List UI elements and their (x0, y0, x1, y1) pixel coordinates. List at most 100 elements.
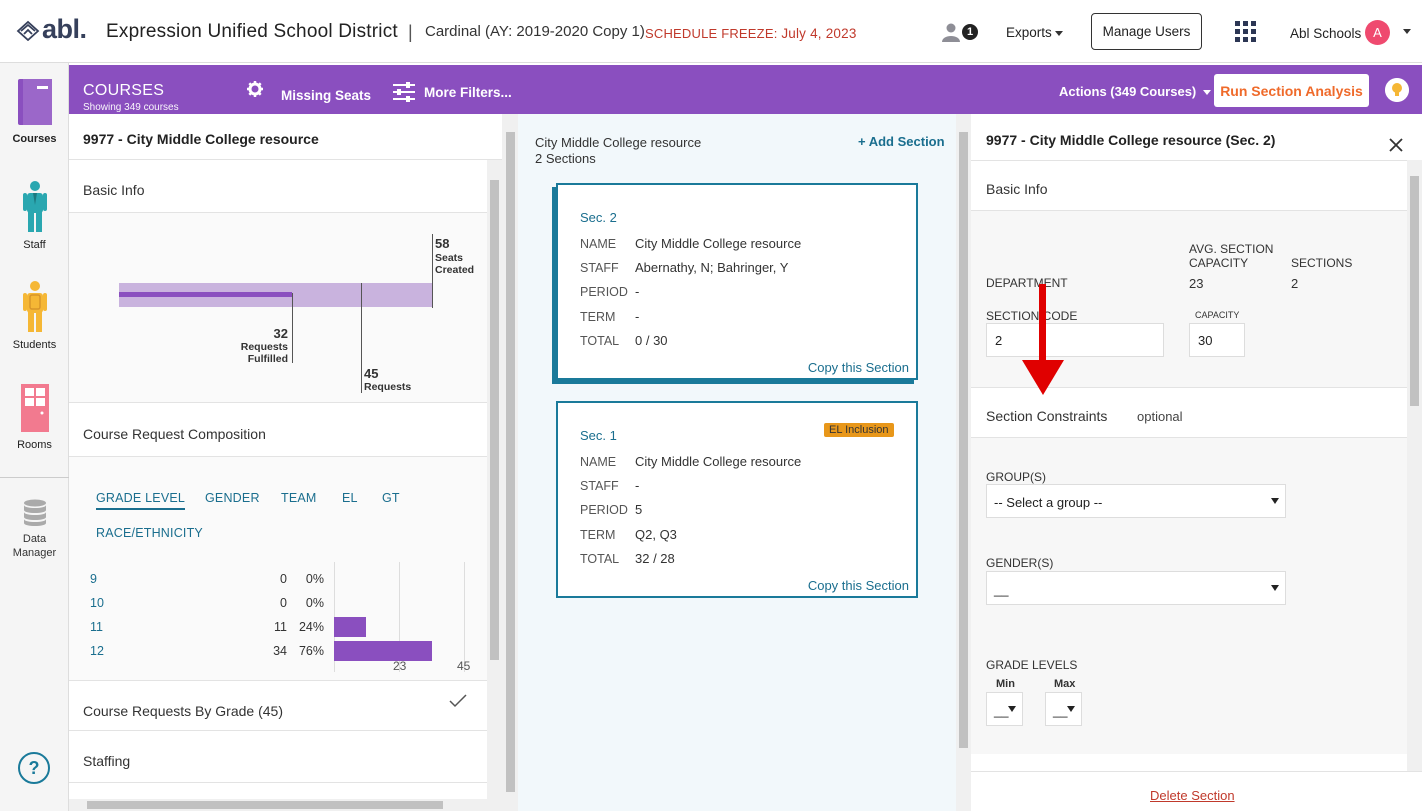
section-id: Sec. 2 (580, 210, 617, 225)
nav-staff[interactable]: Staff (0, 181, 69, 251)
el-inclusion-badge: EL Inclusion (824, 423, 894, 437)
logo-text: abl. (42, 14, 87, 44)
grade-label[interactable]: 11 (90, 620, 103, 634)
grade-levels-label: GRADE LEVELS (986, 658, 1078, 672)
org-name[interactable]: Abl Schools (1290, 26, 1361, 41)
section-code-input[interactable] (986, 323, 1164, 357)
lightbulb-icon[interactable] (1385, 78, 1409, 102)
grade-label[interactable]: 10 (90, 596, 104, 610)
axis-mid-label: 23 (393, 659, 407, 673)
capacity-label: CAPACITY (1195, 310, 1240, 320)
nav-data-manager[interactable]: Data Manager (0, 499, 69, 559)
groups-select[interactable]: -- Select a group -- (986, 484, 1286, 518)
capacity-input[interactable] (1189, 323, 1245, 357)
section-detail-title: 9977 - City Middle College resource (Sec… (986, 132, 1276, 148)
section-detail-scrollbar[interactable] (1407, 160, 1422, 771)
apps-grid-icon[interactable] (1235, 21, 1256, 42)
caret-down-icon (1008, 706, 1016, 712)
term-value: - (635, 309, 640, 324)
missing-seats-filter[interactable]: Missing Seats (281, 88, 371, 103)
caret-down-icon (1271, 585, 1279, 591)
user-notification-icon[interactable] (942, 22, 962, 42)
term-label: TERM (580, 310, 616, 324)
rooms-icon (20, 384, 49, 432)
tab-grade-level[interactable]: GRADE LEVEL (96, 491, 186, 510)
tab-race-ethnicity[interactable]: RACE/ETHNICITY (96, 526, 203, 540)
grade-label[interactable]: 12 (90, 644, 104, 658)
composition-title: Course Request Composition (83, 426, 266, 442)
copy-section-link[interactable]: Copy this Section (808, 360, 909, 375)
close-icon[interactable] (1389, 138, 1403, 152)
section-card-1[interactable]: Sec. 1 EL Inclusion NAME City Middle Col… (556, 401, 918, 598)
constraints-title: Section Constraints (986, 408, 1108, 424)
nav-data-label-2: Manager (12, 547, 57, 559)
period-value: 5 (635, 502, 643, 517)
scrollbar-thumb[interactable] (1410, 176, 1419, 406)
gear-icon[interactable] (247, 81, 263, 97)
course-title: 9977 - City Middle College resource (83, 131, 319, 147)
account-chevron-down-icon[interactable] (1403, 29, 1411, 34)
constraints-optional: optional (1137, 409, 1183, 424)
avatar[interactable]: A (1365, 20, 1390, 45)
nav-rooms[interactable]: Rooms (0, 383, 69, 451)
nav-courses[interactable]: Courses (0, 77, 69, 145)
chevron-down-icon (1202, 90, 1211, 96)
avg-capacity-value: 23 (1189, 276, 1204, 291)
section-detail-panel: 9977 - City Middle College resource (Sec… (971, 114, 1422, 811)
sections-panel-scrollbar[interactable] (956, 114, 971, 811)
sliders-icon[interactable] (393, 82, 415, 102)
basic-info-header[interactable]: Basic Info (69, 160, 487, 213)
min-grade-select[interactable]: __ (986, 692, 1023, 726)
add-section-link[interactable]: + Add Section (858, 134, 945, 149)
grade-label[interactable]: 9 (90, 572, 97, 586)
nav-students[interactable]: Students (0, 281, 69, 351)
staffing-title: Staffing (83, 753, 131, 769)
scrollbar-thumb[interactable] (959, 132, 968, 748)
section-card-2[interactable]: Sec. 2 NAME City Middle College resource… (556, 183, 918, 380)
scrollbar-thumb[interactable] (490, 180, 499, 660)
delete-section-link[interactable]: Delete Section (1150, 788, 1235, 803)
toolbar-title: COURSES (83, 82, 165, 99)
copy-section-link[interactable]: Copy this Section (808, 578, 909, 593)
staffing-header[interactable]: Staffing (69, 731, 487, 783)
seats-created-line1: Seats (435, 252, 464, 264)
max-label: Max (1054, 678, 1076, 690)
middle-divider-scrollbar[interactable] (502, 114, 518, 811)
help-icon[interactable]: ? (18, 752, 50, 784)
min-grade-value: __ (994, 703, 1009, 718)
scrollbar-thumb[interactable] (506, 132, 515, 792)
hscrollbar-thumb[interactable] (87, 801, 443, 809)
tab-gt[interactable]: GT (382, 491, 400, 505)
name-label: NAME (580, 455, 617, 469)
course-title-bar: 9977 - City Middle College resource (69, 114, 502, 160)
abl-logo[interactable]: abl. (16, 14, 87, 45)
schedule-name[interactable]: Cardinal (AY: 2019-2020 Copy 1) (425, 23, 645, 40)
tab-team[interactable]: TEAM (281, 491, 317, 505)
caret-down-icon (1067, 706, 1075, 712)
grade-row: 9 0 0% (69, 569, 487, 589)
max-grade-select[interactable]: __ (1045, 692, 1082, 726)
run-section-analysis-button[interactable]: Run Section Analysis (1214, 74, 1369, 107)
total-label: TOTAL (580, 552, 620, 566)
course-panel-scrollbar[interactable] (487, 160, 502, 811)
exports-menu[interactable]: Exports (1006, 25, 1063, 40)
courses-icon (17, 79, 52, 125)
gender-select[interactable]: __ (986, 571, 1286, 605)
course-panel-hscrollbar[interactable] (69, 799, 487, 811)
more-filters-button[interactable]: More Filters... (424, 85, 512, 100)
seats-chart: 58 Seats Created 32 Requests Fulfilled 45 … (69, 213, 487, 403)
actions-menu[interactable]: Actions (349 Courses) (1059, 84, 1211, 99)
name-value: City Middle College resource (635, 454, 802, 469)
nav-rooms-label: Rooms (17, 439, 52, 451)
notification-badge[interactable]: 1 (962, 24, 978, 40)
tab-gender[interactable]: GENDER (205, 491, 260, 505)
grade-row: 11 11 24% (69, 617, 487, 637)
term-label: TERM (580, 528, 616, 542)
manage-users-button[interactable]: Manage Users (1091, 13, 1202, 50)
tab-el[interactable]: EL (342, 491, 358, 505)
requests-by-grade-header[interactable]: Course Requests By Grade (45) (69, 680, 487, 731)
composition-header[interactable]: Course Request Composition (69, 404, 487, 457)
app-root: abl. Expression Unified School District … (0, 0, 1422, 811)
period-label: PERIOD (580, 285, 628, 299)
section-basic-info-header[interactable]: Basic Info (971, 160, 1407, 211)
